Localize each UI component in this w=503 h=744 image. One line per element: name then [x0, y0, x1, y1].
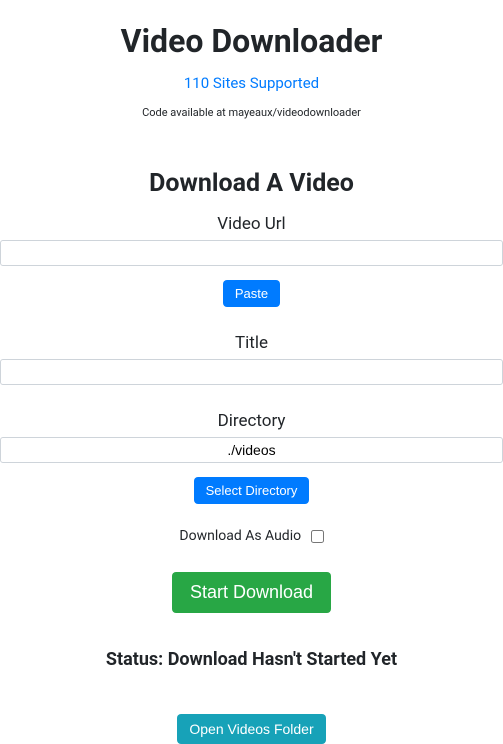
app-title: Video Downloader	[0, 22, 503, 60]
directory-input[interactable]	[0, 437, 503, 463]
sites-supported-link[interactable]: 110 Sites Supported	[0, 74, 503, 92]
open-videos-folder-button[interactable]: Open Videos Folder	[177, 714, 325, 744]
status-message: Download Hasn't Started Yet	[168, 649, 397, 670]
title-input[interactable]	[0, 359, 503, 385]
start-download-button[interactable]: Start Download	[172, 572, 331, 613]
title-label: Title	[0, 333, 503, 353]
directory-label: Directory	[0, 411, 503, 431]
video-url-label: Video Url	[0, 214, 503, 234]
audio-checkbox[interactable]	[311, 530, 324, 543]
video-url-input[interactable]	[0, 240, 503, 266]
form-heading: Download A Video	[0, 169, 503, 198]
status-prefix: Status:	[106, 649, 168, 670]
status-text: Status: Download Hasn't Started Yet	[0, 649, 503, 670]
code-availability-note: Code available at mayeaux/videodownloade…	[0, 106, 503, 119]
audio-checkbox-label: Download As Audio	[179, 528, 301, 544]
paste-button[interactable]: Paste	[223, 280, 280, 307]
select-directory-button[interactable]: Select Directory	[194, 477, 310, 504]
